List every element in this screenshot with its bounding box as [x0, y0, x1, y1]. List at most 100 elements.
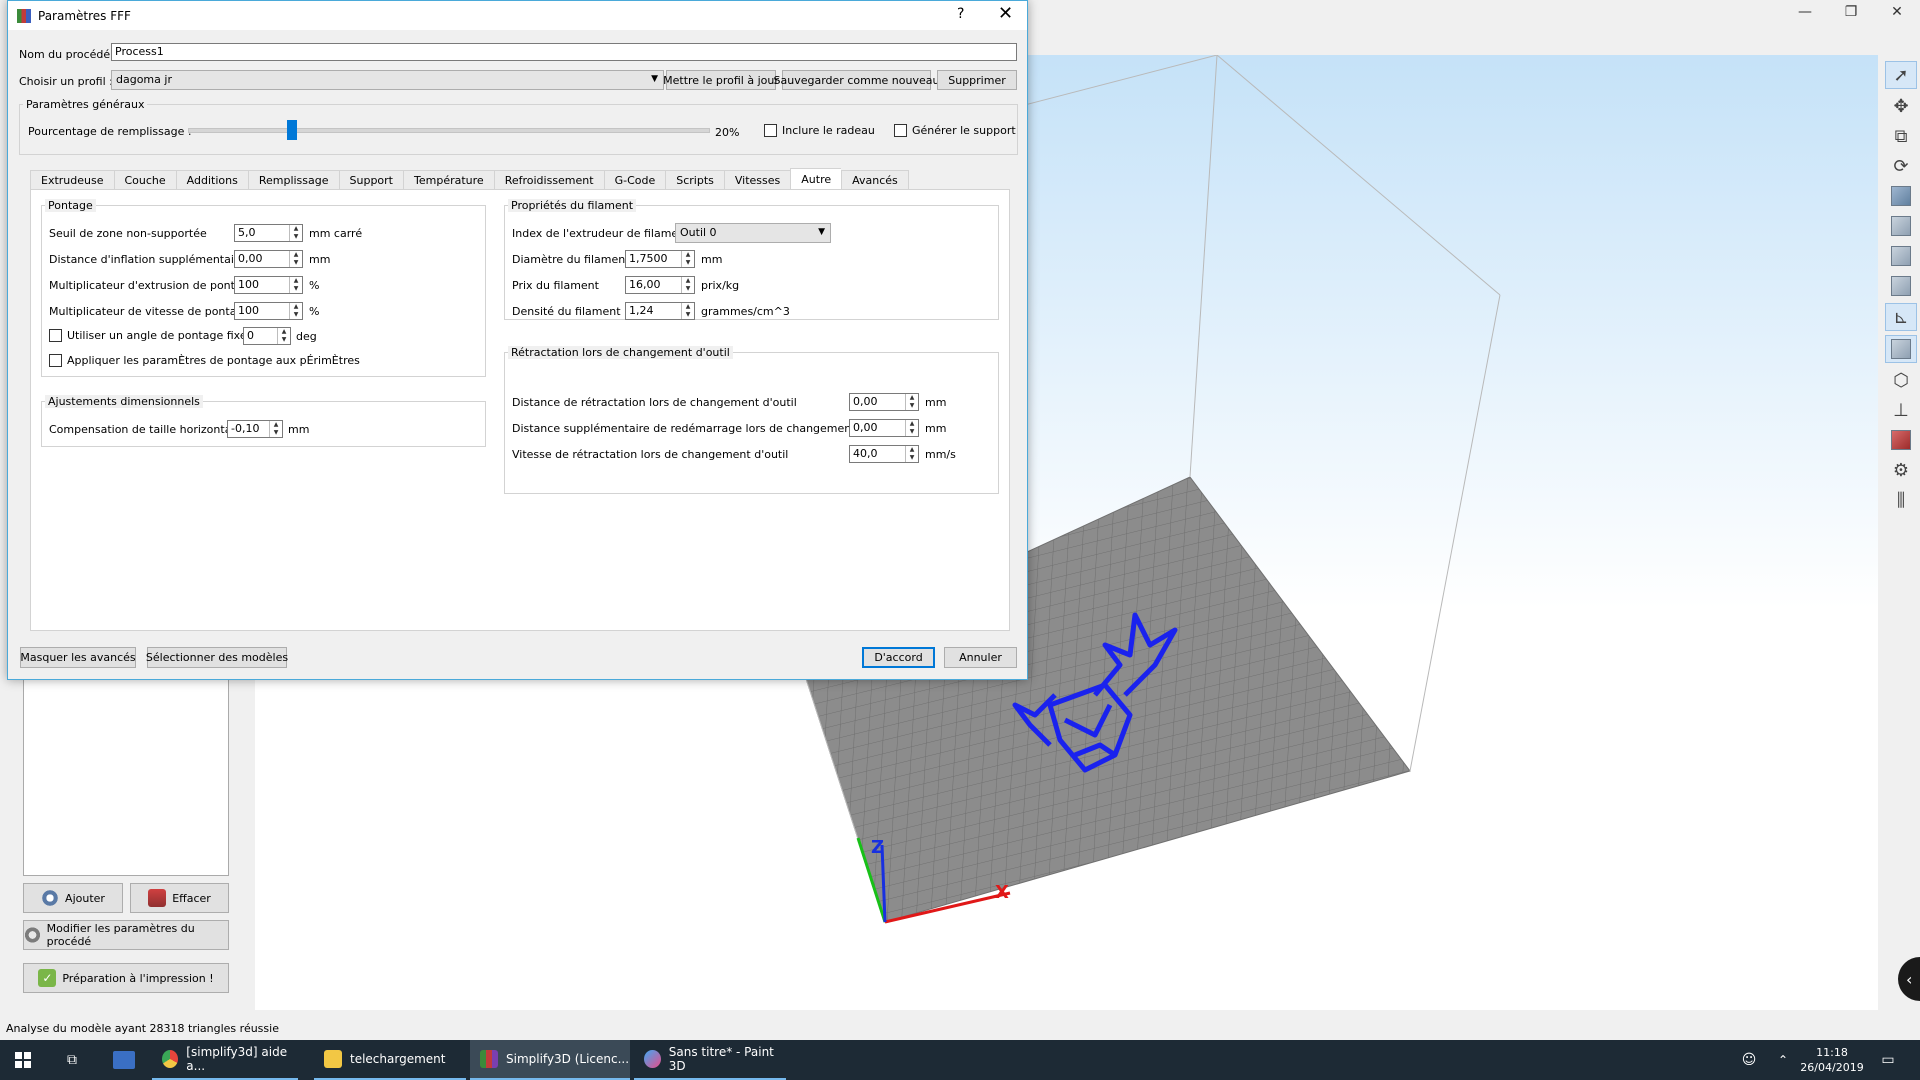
- tab-extrudeuse[interactable]: Extrudeuse: [30, 170, 114, 191]
- model-settings-icon[interactable]: [1886, 427, 1916, 453]
- fff-settings-dialog: Paramètres FFF ? ✕ Nom du procédé : Proc…: [7, 0, 1028, 680]
- restore-button[interactable]: ❐: [1828, 0, 1874, 24]
- view-front-icon[interactable]: [1886, 213, 1916, 239]
- move-tool-icon[interactable]: ✥: [1886, 93, 1916, 119]
- include-raft-checkbox[interactable]: Inclure le radeau: [764, 124, 875, 137]
- toolchange-row-input[interactable]: 0,00 ▲ ▼: [849, 419, 919, 437]
- task-view-icon[interactable]: ⧉: [54, 1040, 90, 1080]
- spinner-arrows-icon[interactable]: ▲ ▼: [681, 251, 694, 267]
- status-bar: Analyse du modèle ayant 28318 triangles …: [0, 1017, 1920, 1039]
- bridging-row-input[interactable]: 5,0 ▲ ▼: [234, 224, 303, 242]
- view-top-icon[interactable]: [1886, 183, 1916, 209]
- spinner-arrows-icon[interactable]: ▲ ▼: [289, 277, 302, 293]
- help-button[interactable]: ?: [957, 6, 964, 22]
- cross-section-icon[interactable]: ⊥: [1886, 397, 1916, 423]
- tab-couche[interactable]: Couche: [113, 170, 176, 191]
- taskbar-app-chrome[interactable]: [simplify3d] aide a...: [152, 1040, 298, 1080]
- toolchange-row-input[interactable]: 40,0 ▲ ▼: [849, 445, 919, 463]
- view-left-icon[interactable]: [1886, 243, 1916, 269]
- process-name-input[interactable]: Process1: [111, 43, 1017, 61]
- taskbar-app-simplify3d[interactable]: Simplify3D (Licenc...: [470, 1040, 630, 1080]
- pinned-app-icon[interactable]: [104, 1040, 144, 1080]
- bridging-row-label: Multiplicateur de vitesse de pontage: [49, 305, 251, 318]
- bridging-row-input[interactable]: 100 ▲ ▼: [234, 276, 303, 294]
- filament-row-input[interactable]: 1,7500 ▲ ▼: [625, 250, 695, 268]
- tab-vitesses[interactable]: Vitesses: [723, 170, 791, 191]
- fixed-bridging-angle-unit: deg: [296, 330, 317, 343]
- update-profile-button[interactable]: Mettre le profil à jour: [663, 70, 779, 90]
- dialog-titlebar: Paramètres FFF ? ✕: [8, 1, 1027, 30]
- tab-remplissage[interactable]: Remplissage: [247, 170, 339, 191]
- dialog-close-button[interactable]: ✕: [998, 3, 1013, 24]
- add-model-button[interactable]: Ajouter: [23, 883, 123, 913]
- hide-advanced-button[interactable]: Masquer les avancés: [20, 647, 136, 668]
- spinner-arrows-icon[interactable]: ▲ ▼: [269, 421, 282, 437]
- apply-bridging-perimeters-checkbox[interactable]: Appliquer les paramÈtres de pontage aux …: [49, 354, 360, 367]
- horizontal-size-compensation-unit: mm: [288, 423, 310, 436]
- scale-tool-icon[interactable]: ⧉: [1886, 123, 1916, 149]
- windows-logo-icon[interactable]: [0, 1040, 46, 1080]
- filament-row-unit: prix/kg: [701, 279, 740, 292]
- tab-refroidissement[interactable]: Refroidissement: [493, 170, 604, 191]
- rotate-tool-icon[interactable]: ⟳: [1886, 153, 1916, 179]
- supports-icon[interactable]: ⫼: [1886, 487, 1916, 513]
- spinner-arrows-icon[interactable]: ▲ ▼: [289, 251, 302, 267]
- chevron-up-icon[interactable]: ⌃: [1772, 1040, 1794, 1080]
- status-text: Analyse du modèle ayant 28318 triangles …: [6, 1022, 279, 1035]
- spinner-arrows-icon[interactable]: ▲ ▼: [681, 303, 694, 319]
- bridging-row-label: Distance d'inflation supplémentaire: [49, 253, 245, 266]
- spinner-arrows-icon[interactable]: ▲ ▼: [681, 277, 694, 293]
- ok-button[interactable]: D'accord: [862, 647, 935, 668]
- spinner-arrows-icon[interactable]: ▲ ▼: [905, 394, 918, 410]
- profile-select[interactable]: dagoma jr ▼: [111, 70, 664, 90]
- spinner-arrows-icon[interactable]: ▲ ▼: [289, 303, 302, 319]
- clock[interactable]: 11:18 26/04/2019: [1800, 1045, 1864, 1075]
- taskbar-app-paint3d[interactable]: Sans titre* - Paint 3D: [634, 1040, 786, 1080]
- bridging-row-unit: %: [309, 279, 320, 292]
- select-tool-icon[interactable]: ➚: [1885, 61, 1917, 89]
- bridging-row-unit: mm: [309, 253, 331, 266]
- minimize-button[interactable]: —: [1782, 0, 1828, 24]
- tab-additions[interactable]: Additions: [175, 170, 248, 191]
- spinner-arrows-icon[interactable]: ▲ ▼: [277, 328, 290, 344]
- edit-process-settings-button[interactable]: Modifier les paramètres du procédé: [23, 920, 229, 950]
- generate-support-checkbox[interactable]: Générer le support: [894, 124, 1016, 137]
- toolchange-row-input[interactable]: 0,00 ▲ ▼: [849, 393, 919, 411]
- wireframe-view-icon[interactable]: ⬡: [1886, 367, 1916, 393]
- delete-profile-button[interactable]: Supprimer: [937, 70, 1017, 90]
- dimensional-title: Ajustements dimensionnels: [45, 395, 203, 408]
- close-button[interactable]: ✕: [1874, 0, 1920, 24]
- people-icon[interactable]: ☺: [1738, 1040, 1760, 1080]
- fixed-bridging-angle-checkbox[interactable]: Utiliser un angle de pontage fixe.: [49, 329, 250, 342]
- tab-avances[interactable]: Avancés: [841, 170, 909, 191]
- settings-gear-icon[interactable]: ⚙: [1886, 457, 1916, 483]
- bridging-row-input[interactable]: 0,00 ▲ ▼: [234, 250, 303, 268]
- prepare-to-print-button[interactable]: ✓ Préparation à l'impression !: [23, 963, 229, 993]
- taskbar-app-explorer[interactable]: telechargement: [314, 1040, 466, 1080]
- tab-support[interactable]: Support: [338, 170, 403, 191]
- tab-autre[interactable]: Autre: [790, 168, 842, 191]
- spinner-arrows-icon[interactable]: ▲ ▼: [905, 420, 918, 436]
- fixed-bridging-angle-input[interactable]: 0 ▲ ▼: [243, 327, 291, 345]
- horizontal-size-compensation-input[interactable]: -0,10 ▲ ▼: [227, 420, 283, 438]
- cancel-button[interactable]: Annuler: [944, 647, 1017, 668]
- notification-icon[interactable]: ▭: [1876, 1040, 1900, 1080]
- tab-g-code[interactable]: G-Code: [603, 170, 666, 191]
- infill-slider-track[interactable]: [188, 128, 710, 133]
- models-list[interactable]: [23, 680, 229, 876]
- solid-view-icon[interactable]: [1885, 335, 1917, 363]
- filament-row-input[interactable]: 16,00 ▲ ▼: [625, 276, 695, 294]
- tab-temperature[interactable]: Température: [403, 170, 494, 191]
- axes-toggle-icon[interactable]: ⊾: [1885, 303, 1917, 331]
- spinner-arrows-icon[interactable]: ▲ ▼: [289, 225, 302, 241]
- view-right-icon[interactable]: [1886, 273, 1916, 299]
- infill-slider-handle[interactable]: [287, 120, 297, 140]
- bridging-row-input[interactable]: 100 ▲ ▼: [234, 302, 303, 320]
- select-models-button[interactable]: Sélectionner des modèles: [146, 647, 288, 668]
- spinner-arrows-icon[interactable]: ▲ ▼: [905, 446, 918, 462]
- clear-models-button[interactable]: Effacer: [130, 883, 229, 913]
- tab-scripts[interactable]: Scripts: [665, 170, 724, 191]
- filament-row-input[interactable]: 1,24 ▲ ▼: [625, 302, 695, 320]
- extruder-index-select[interactable]: Outil 0 ▼: [675, 223, 831, 243]
- save-as-new-button[interactable]: Sauvegarder comme nouveau: [774, 70, 939, 90]
